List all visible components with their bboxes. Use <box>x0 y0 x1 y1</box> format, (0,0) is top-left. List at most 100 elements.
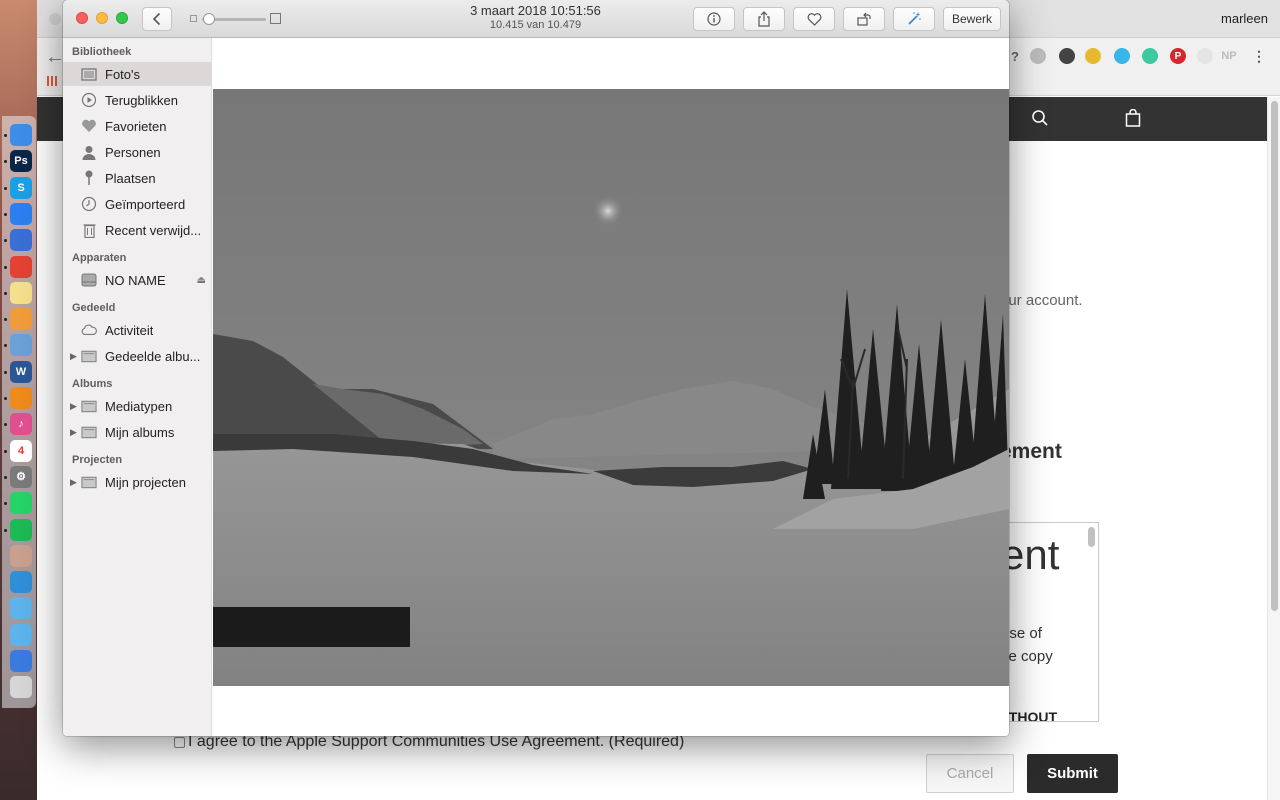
rotate-icon <box>857 12 871 26</box>
running-indicator <box>4 318 7 322</box>
browser-close-button[interactable] <box>49 13 61 25</box>
sidebar-item[interactable]: Recent verwijd... <box>63 218 212 242</box>
preview-icon[interactable] <box>10 334 32 357</box>
photo-image[interactable] <box>213 89 1009 686</box>
agreement-textbox[interactable]: ent use of ce copy /ITHOUT <box>1000 522 1099 722</box>
rotate-button[interactable] <box>843 7 885 31</box>
running-indicator <box>4 160 7 164</box>
sidebar-item[interactable]: ▶ Gedeelde albu... <box>63 344 212 368</box>
grammarly-extension-icon[interactable] <box>1114 48 1130 64</box>
zoom-out-icon <box>190 15 197 22</box>
disclosure-triangle-icon[interactable]: ▶ <box>70 477 77 488</box>
disclosure-triangle-icon[interactable]: ▶ <box>70 351 77 362</box>
help-extension-icon[interactable]: ? <box>1007 48 1023 64</box>
agreement-large-text: ent <box>1001 531 1060 578</box>
info-icon <box>707 12 721 26</box>
network-icon[interactable] <box>10 650 32 672</box>
redaction-block <box>213 607 410 647</box>
page-scrollbar[interactable] <box>1267 97 1280 800</box>
wave-extension-icon[interactable] <box>1142 48 1158 64</box>
cloud-icon <box>81 323 97 337</box>
zoom-slider-knob[interactable] <box>203 13 215 25</box>
owl-extension-icon[interactable] <box>1059 48 1075 64</box>
system-preferences-icon[interactable]: ⚙ <box>10 465 32 488</box>
agree-checkbox[interactable] <box>174 736 185 748</box>
sidebar-item[interactable]: ▶ Mijn albums <box>63 420 212 444</box>
gear-extension-icon[interactable] <box>1197 48 1213 64</box>
sidebar-item-label: Terugblikken <box>105 92 178 108</box>
itunes-icon[interactable]: ♪ <box>10 413 32 436</box>
spotify-icon[interactable] <box>10 518 32 541</box>
pinterest-extension-icon[interactable]: P <box>1170 48 1186 64</box>
applications-folder-icon[interactable] <box>10 597 32 620</box>
agreement-scroll-thumb[interactable] <box>1088 527 1095 547</box>
edit-button[interactable]: Bewerk <box>943 7 1001 31</box>
skype-icon[interactable]: S <box>10 176 32 199</box>
contact-photo-icon[interactable] <box>10 544 32 567</box>
calendar-icon[interactable]: 4 <box>10 439 32 462</box>
menu-more-icon[interactable]: ⋮ <box>1251 48 1267 64</box>
apps-grid-icon[interactable] <box>47 76 57 86</box>
submit-button[interactable]: Submit <box>1027 754 1118 793</box>
sidebar-item[interactable]: Terugblikken <box>63 88 212 112</box>
browser-profile-name[interactable]: marleen <box>1221 11 1268 26</box>
minimize-button[interactable] <box>96 12 108 24</box>
share-button[interactable] <box>743 7 785 31</box>
word-icon[interactable]: W <box>10 360 32 383</box>
sidebar-item[interactable]: ▶ Mijn projecten <box>63 470 212 494</box>
cup-extension-icon[interactable] <box>1085 48 1101 64</box>
sidebar-item[interactable]: Foto's <box>63 62 212 86</box>
cancel-button[interactable]: Cancel <box>926 754 1014 793</box>
sidebar-item[interactable]: Activiteit <box>63 318 212 342</box>
running-indicator <box>4 370 7 374</box>
zoom-slider[interactable] <box>190 12 285 26</box>
running-indicator <box>4 397 7 400</box>
search-icon[interactable] <box>1031 109 1049 127</box>
trash-dock-icon[interactable] <box>10 676 32 699</box>
back-arrow-icon[interactable]: ← <box>45 46 65 69</box>
photos-app-icon[interactable] <box>10 308 32 331</box>
photoshop-icon[interactable]: Ps <box>10 150 32 173</box>
sidebar-item[interactable]: Personen <box>63 140 212 164</box>
favorite-button[interactable] <box>793 7 835 31</box>
back-button[interactable] <box>142 7 172 31</box>
chevron-left-icon <box>152 12 161 26</box>
sidebar-item[interactable]: NO NAME ⏏ <box>63 268 212 292</box>
screen-sharing-icon[interactable] <box>10 571 32 594</box>
sidebar-item-label: Mijn projecten <box>105 474 186 490</box>
safari-icon[interactable] <box>10 202 32 225</box>
whatsapp-icon[interactable] <box>10 492 32 515</box>
disclosure-triangle-icon[interactable]: ▶ <box>70 427 77 438</box>
sidebar-item[interactable]: Geïmporteerd <box>63 192 212 216</box>
sidebar-item[interactable]: Plaatsen <box>63 166 212 190</box>
running-indicator <box>4 449 7 453</box>
notes-icon[interactable] <box>10 281 32 304</box>
np-extension-icon[interactable]: NP <box>1221 48 1237 64</box>
vlc-icon[interactable] <box>10 387 32 409</box>
documents-folder-icon[interactable] <box>10 623 32 646</box>
info-button[interactable] <box>693 7 735 31</box>
sidebar-item[interactable]: ▶ Mediatypen <box>63 394 212 418</box>
eject-icon[interactable]: ⏏ <box>197 275 206 286</box>
photo-count: 10.415 van 10.479 <box>489 19 582 31</box>
fullscreen-button[interactable] <box>116 12 128 24</box>
disclosure-triangle-icon[interactable]: ▶ <box>70 401 77 412</box>
sidebar-item-label: Activiteit <box>105 322 154 338</box>
close-button[interactable] <box>76 12 88 24</box>
sidebar-item[interactable]: Favorieten <box>63 114 212 138</box>
finder-icon[interactable] <box>10 124 32 146</box>
running-indicator <box>4 528 7 532</box>
page-scroll-thumb[interactable] <box>1271 101 1278 611</box>
enhance-button[interactable] <box>893 7 935 31</box>
shopping-bag-icon[interactable] <box>1125 109 1141 127</box>
person-icon <box>81 145 97 160</box>
extension-circle-icon[interactable] <box>1030 48 1046 64</box>
memories-icon <box>81 92 97 108</box>
launchpad-icon[interactable] <box>10 229 32 252</box>
zoom-in-icon <box>270 13 281 24</box>
running-indicator <box>4 344 7 348</box>
account-text: our account. <box>1000 292 1083 309</box>
agreement-caps-line: /ITHOUT <box>1001 709 1057 722</box>
clock-icon <box>81 196 97 212</box>
chrome-icon[interactable] <box>10 255 32 278</box>
